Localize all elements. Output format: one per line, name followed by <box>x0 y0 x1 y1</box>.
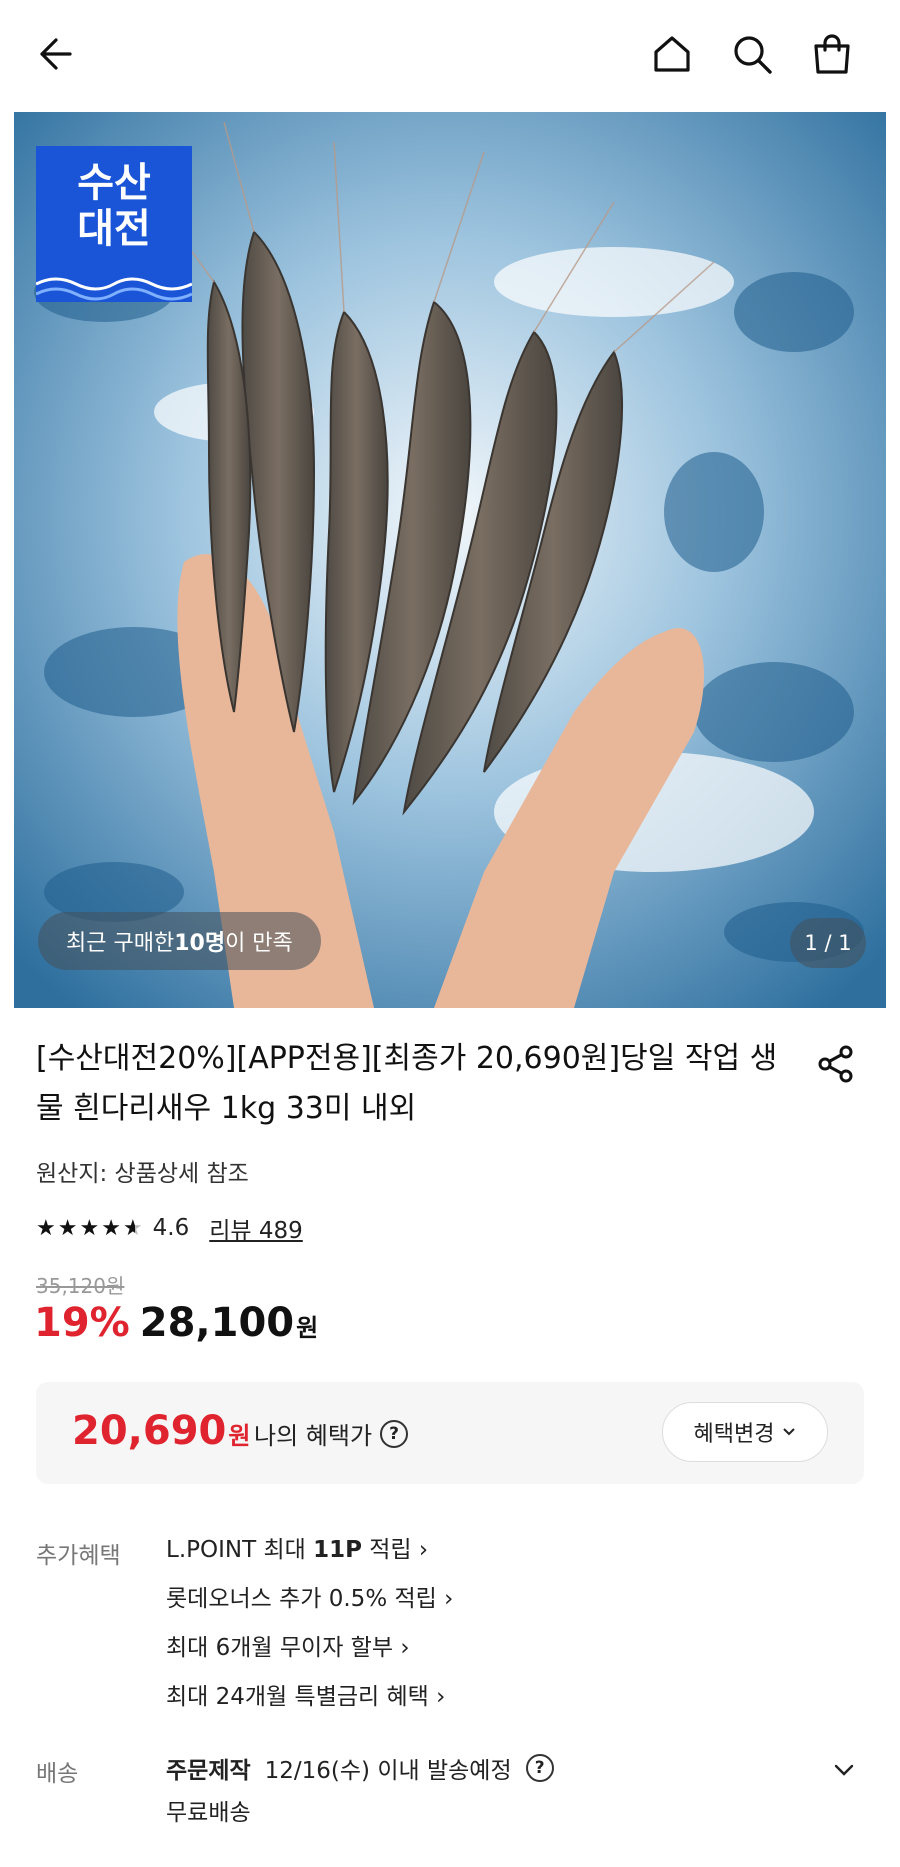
extra-benefit-special-rate[interactable]: 최대 24개월 특별금리 혜택 › <box>166 1677 453 1726</box>
discount-rate: 19% <box>34 1300 130 1346</box>
star-icon: ★ <box>101 1215 121 1241</box>
satisfaction-prefix: 최근 구매한 <box>66 931 175 956</box>
search-icon[interactable] <box>728 30 776 78</box>
price-row: 19% 28,100 원 <box>34 1300 318 1346</box>
top-app-bar <box>0 0 900 108</box>
change-benefit-label: 혜택변경 <box>693 1422 775 1447</box>
review-link[interactable]: 리뷰 489 <box>209 1211 303 1245</box>
star-icon: ★ <box>57 1215 78 1241</box>
back-arrow-icon[interactable] <box>28 30 76 78</box>
star-rating: ★ ★ ★ ★ ★ <box>36 1216 143 1241</box>
help-icon[interactable]: ? <box>380 1419 409 1448</box>
benefit-price-box: 20,690 원 나의 혜택가 ? 혜택변경 <box>36 1382 864 1484</box>
change-benefit-button[interactable]: 혜택변경 <box>662 1402 828 1462</box>
half-star-icon: ★ <box>122 1215 143 1241</box>
price-unit: 원 <box>296 1314 319 1342</box>
origin-info: 원산지: 상품상세 참조 <box>36 1161 249 1187</box>
product-title: [수산대전20%][APP전용][최종가 20,690원]당일 작업 생물 흰다… <box>36 1041 778 1126</box>
chevron-down-icon[interactable] <box>826 1752 862 1788</box>
benefit-price-value: 20,690 <box>72 1408 227 1454</box>
shopping-bag-icon[interactable] <box>808 30 856 78</box>
delivery-label: 배송 <box>36 1761 79 1787</box>
benefit-label-text: 나의 혜택가 <box>254 1422 373 1450</box>
satisfaction-count: 10명 <box>174 931 226 956</box>
wave-icon <box>36 277 192 301</box>
badge-line-1: 수산 <box>77 160 151 206</box>
satisfaction-suffix: 이 만족 <box>225 931 293 956</box>
benefit-label: 나의 혜택가 ? <box>254 1416 409 1451</box>
delivery-info: 주문제작 12/16(수) 이내 발송예정 ? 무료배송 <box>166 1748 554 1838</box>
satisfaction-badge: 최근 구매한 10명 이 만족 <box>38 912 321 970</box>
star-icon: ★ <box>36 1215 56 1241</box>
help-icon[interactable]: ? <box>525 1754 554 1782</box>
extra-benefit-list: L.POINT 최대 11P 적립 › 롯데오너스 추가 0.5% 적립 › 최… <box>166 1530 453 1726</box>
benefit-price: 20,690 원 <box>72 1408 250 1454</box>
product-image-carousel[interactable]: 수산 대전 최근 구매한 10명 이 만족 1 / 1 <box>14 112 886 1008</box>
image-pager: 1 / 1 <box>790 918 866 968</box>
rating-score: 4.6 <box>152 1215 190 1241</box>
extra-benefit-label: 추가혜택 <box>36 1543 121 1569</box>
star-icon: ★ <box>79 1215 100 1241</box>
delivery-schedule: 12/16(수) 이내 발송예정 <box>264 1758 512 1784</box>
rating-row: ★ ★ ★ ★ ★ 4.6 리뷰 489 <box>36 1212 303 1244</box>
delivery-type: 주문제작 <box>166 1758 251 1784</box>
badge-line-2: 대전 <box>77 206 151 252</box>
extra-benefit-lpoint[interactable]: L.POINT 최대 11P 적립 › <box>166 1530 453 1579</box>
seafood-sale-badge: 수산 대전 <box>36 146 192 302</box>
extra-benefit-installment[interactable]: 최대 6개월 무이자 할부 › <box>166 1628 453 1677</box>
delivery-fee: 무료배송 <box>166 1800 251 1826</box>
share-icon[interactable] <box>812 1040 860 1088</box>
sale-price: 28,100 <box>139 1300 295 1346</box>
extra-benefit-owners[interactable]: 롯데오너스 추가 0.5% 적립 › <box>166 1579 453 1628</box>
original-price: 35,120원 <box>36 1274 125 1298</box>
chevron-down-icon <box>783 1428 796 1436</box>
benefit-price-unit: 원 <box>228 1422 251 1450</box>
home-icon[interactable] <box>648 30 696 78</box>
